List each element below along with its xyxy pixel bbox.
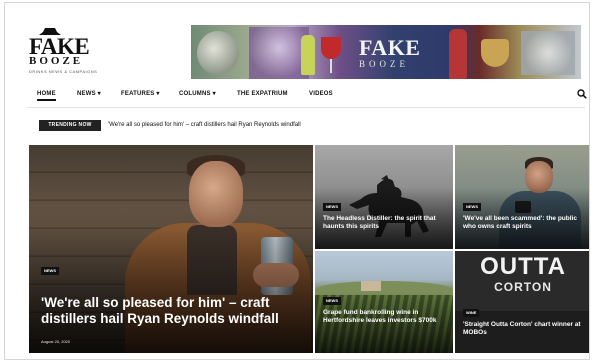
article-title[interactable]: 'Straight Outta Corton' chart winner at … — [463, 321, 585, 337]
image-text-corton: CORTON — [494, 280, 552, 294]
banner-brand: FAKE — [359, 35, 421, 60]
article-tile-horse[interactable]: NEWS The Headless Distiller: the spirit … — [315, 145, 453, 249]
nav-home[interactable]: HOME — [37, 89, 56, 101]
category-badge[interactable]: NEWS — [323, 203, 341, 211]
article-tile-man-phone[interactable]: NEWS 'We've all been scammed': the publi… — [455, 145, 589, 249]
article-title[interactable]: The Headless Distiller: the spirit that … — [323, 215, 447, 231]
banner-wine-glass — [321, 37, 341, 59]
banner-brand-sub: BOOZE — [359, 59, 409, 69]
category-badge[interactable]: NEWS — [463, 203, 481, 211]
article-tile-outta-corton[interactable]: OUTTA CORTON WINE 'Straight Outta Corton… — [455, 251, 589, 353]
photo-house — [361, 281, 381, 291]
browser-page: FAKE BOOZE DRINKS NEWS & CAMPAIGNS FAKE … — [4, 2, 590, 360]
tile-gradient — [29, 228, 313, 353]
nav-news[interactable]: NEWS ▾ — [77, 89, 101, 99]
banner-photo-grapes — [249, 27, 309, 79]
logo-word-booze: BOOZE — [29, 55, 84, 67]
banner-bottle — [301, 35, 315, 75]
article-title[interactable]: 'We've all been scammed': the public who… — [463, 215, 585, 231]
nav-features[interactable]: FEATURES ▾ — [121, 89, 160, 99]
photo-face — [189, 161, 243, 227]
image-text-outta: OUTTA — [480, 253, 566, 280]
trending-badge: TRENDING NOW — [39, 120, 101, 131]
banner-red-bottle — [449, 29, 467, 79]
logo-tagline: DRINKS NEWS & CAMPAIGNS — [29, 69, 98, 74]
banner-photo-right — [521, 31, 575, 75]
banner-cup — [481, 39, 509, 67]
search-icon[interactable] — [577, 89, 587, 99]
nav-the-expatrium[interactable]: THE EXPATRIUM — [237, 89, 288, 99]
banner-glass-stem — [330, 59, 332, 73]
banner-photo-left — [197, 31, 239, 75]
trending-headline[interactable]: 'We're all so pleased for him' – craft d… — [108, 120, 301, 131]
nav-videos[interactable]: VIDEOS — [309, 89, 333, 99]
nav-divider — [27, 107, 585, 108]
category-badge[interactable]: NEWS — [41, 267, 59, 275]
article-title[interactable]: Grape fund bankrolling wine in Hertfords… — [323, 309, 447, 325]
article-title[interactable]: 'We're all so pleased for him' – craft d… — [41, 295, 311, 327]
article-tile-vineyard[interactable]: NEWS Grape fund bankrolling wine in Hert… — [315, 251, 453, 353]
category-badge[interactable]: WINE — [463, 309, 480, 317]
article-date: August 20, 2020 — [41, 339, 71, 344]
main-nav: HOME NEWS ▾ FEATURES ▾ COLUMNS ▾ THE EXP… — [27, 89, 587, 105]
header-banner[interactable]: FAKE BOOZE — [191, 25, 581, 79]
featured-article-main[interactable]: NEWS 'We're all so pleased for him' – cr… — [29, 145, 313, 353]
nav-columns[interactable]: COLUMNS ▾ — [179, 89, 216, 99]
category-badge[interactable]: NEWS — [323, 297, 341, 305]
site-logo[interactable]: FAKE BOOZE DRINKS NEWS & CAMPAIGNS — [27, 27, 107, 79]
